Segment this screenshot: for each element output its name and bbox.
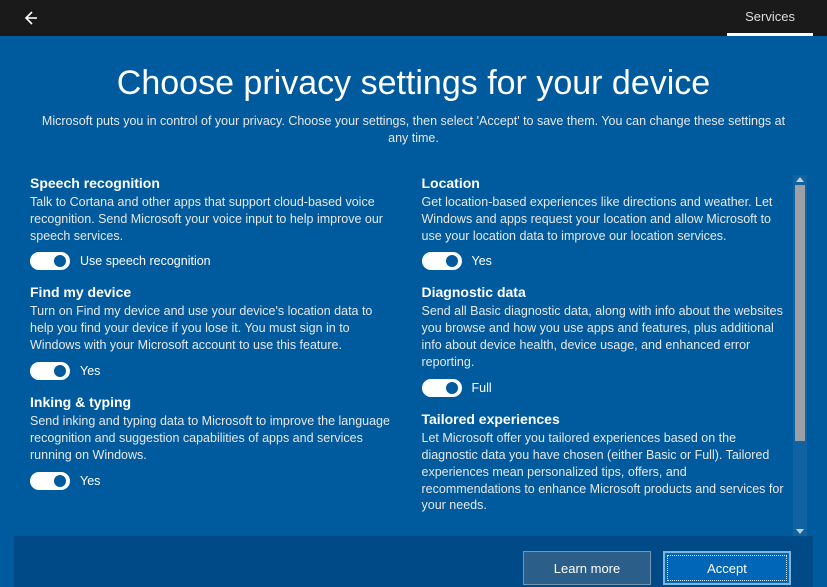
- scrollbar-thumb[interactable]: [795, 185, 805, 441]
- toggle-label: Full: [472, 381, 492, 395]
- footer-bar: Learn more Accept: [14, 536, 813, 587]
- setting-find-my-device: Find my device Turn on Find my device an…: [30, 284, 398, 380]
- setting-description: Talk to Cortana and other apps that supp…: [30, 194, 398, 245]
- back-button[interactable]: [18, 6, 42, 30]
- toggle-knob: [446, 382, 458, 394]
- toggle-location[interactable]: [422, 252, 462, 270]
- titlebar: Services: [0, 0, 827, 36]
- content-area: Choose privacy settings for your device …: [0, 36, 827, 587]
- toggle-speech-recognition[interactable]: [30, 252, 70, 270]
- setting-inking-typing: Inking & typing Send inking and typing d…: [30, 394, 398, 490]
- toggle-row: Yes: [422, 252, 790, 270]
- setting-title: Diagnostic data: [422, 284, 790, 300]
- settings-panel: Speech recognition Talk to Cortana and o…: [14, 175, 813, 537]
- setting-title: Inking & typing: [30, 394, 398, 410]
- settings-right-column: Location Get location-based experiences …: [422, 175, 790, 537]
- setting-description: Get location-based experiences like dire…: [422, 194, 790, 245]
- toggle-row: Use speech recognition: [30, 252, 398, 270]
- page-subtitle: Microsoft puts you in control of your pr…: [34, 113, 793, 147]
- setting-description: Let Microsoft offer you tailored experie…: [422, 430, 790, 514]
- setting-title: Location: [422, 175, 790, 191]
- scroll-up-button[interactable]: [796, 177, 804, 182]
- toggle-label: Yes: [80, 364, 100, 378]
- setting-title: Tailored experiences: [422, 411, 790, 427]
- setting-diagnostic-data: Diagnostic data Send all Basic diagnosti…: [422, 284, 790, 397]
- toggle-label: Use speech recognition: [80, 254, 211, 268]
- toggle-find-my-device[interactable]: [30, 362, 70, 380]
- toggle-label: Yes: [80, 474, 100, 488]
- toggle-label: Yes: [472, 254, 492, 268]
- tab-strip: Services: [727, 0, 813, 36]
- toggle-row: Full: [422, 379, 790, 397]
- setting-tailored-experiences: Tailored experiences Let Microsoft offer…: [422, 411, 790, 522]
- toggle-knob: [54, 365, 66, 377]
- toggle-knob: [54, 255, 66, 267]
- tab-services[interactable]: Services: [727, 0, 813, 36]
- setting-speech-recognition: Speech recognition Talk to Cortana and o…: [30, 175, 398, 271]
- setting-description: Send all Basic diagnostic data, along wi…: [422, 303, 790, 371]
- learn-more-button[interactable]: Learn more: [523, 551, 651, 585]
- toggle-row: Yes: [30, 472, 398, 490]
- settings-columns: Speech recognition Talk to Cortana and o…: [30, 175, 793, 537]
- toggle-row: Yes: [30, 362, 398, 380]
- oobe-privacy-window: Services Choose privacy settings for you…: [0, 0, 827, 587]
- page-header: Choose privacy settings for your device …: [14, 64, 813, 161]
- settings-left-column: Speech recognition Talk to Cortana and o…: [30, 175, 398, 537]
- setting-title: Speech recognition: [30, 175, 398, 191]
- toggle-inking-typing[interactable]: [30, 472, 70, 490]
- scroll-down-button[interactable]: [796, 529, 804, 534]
- setting-title: Find my device: [30, 284, 398, 300]
- setting-description: Turn on Find my device and use your devi…: [30, 303, 398, 354]
- scrollbar-track[interactable]: [793, 185, 807, 527]
- toggle-diagnostic-data[interactable]: [422, 379, 462, 397]
- setting-description: Send inking and typing data to Microsoft…: [30, 413, 398, 464]
- scrollbar: [793, 175, 807, 537]
- toggle-knob: [54, 475, 66, 487]
- arrow-left-icon: [21, 9, 39, 27]
- toggle-knob: [446, 255, 458, 267]
- accept-button[interactable]: Accept: [663, 551, 791, 585]
- setting-location: Location Get location-based experiences …: [422, 175, 790, 271]
- page-title: Choose privacy settings for your device: [34, 64, 793, 103]
